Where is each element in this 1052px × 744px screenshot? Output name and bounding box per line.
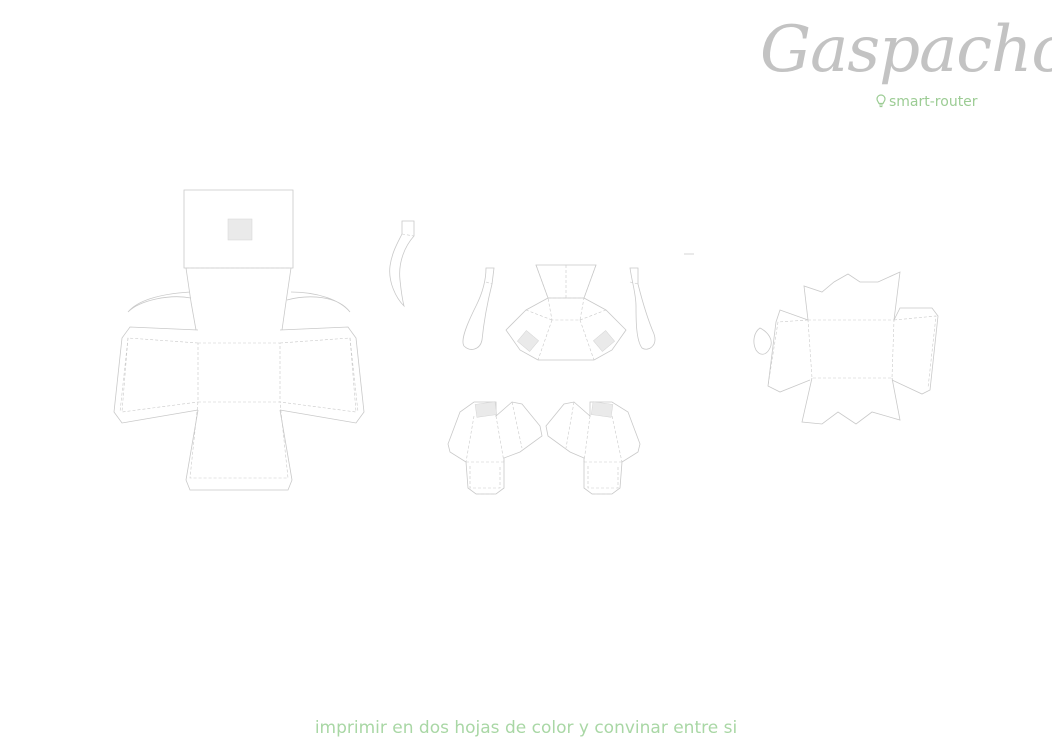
chest-arms-net <box>462 264 656 361</box>
brand-logo: Gaspacho smart-router <box>756 18 1052 118</box>
print-instruction: imprimir en dos hojas de color y convina… <box>314 718 738 738</box>
brand-subtitle-text: smart-router <box>889 94 978 110</box>
box-lid-net <box>753 271 939 425</box>
brand-title: Gaspacho <box>760 13 1052 87</box>
lightbulb-icon <box>876 94 886 111</box>
right-leg-net <box>545 401 641 495</box>
brand-subtitle: smart-router <box>876 94 978 111</box>
tail-piece <box>389 220 415 308</box>
left-leg-net <box>447 401 543 495</box>
head-body-net <box>113 189 365 491</box>
